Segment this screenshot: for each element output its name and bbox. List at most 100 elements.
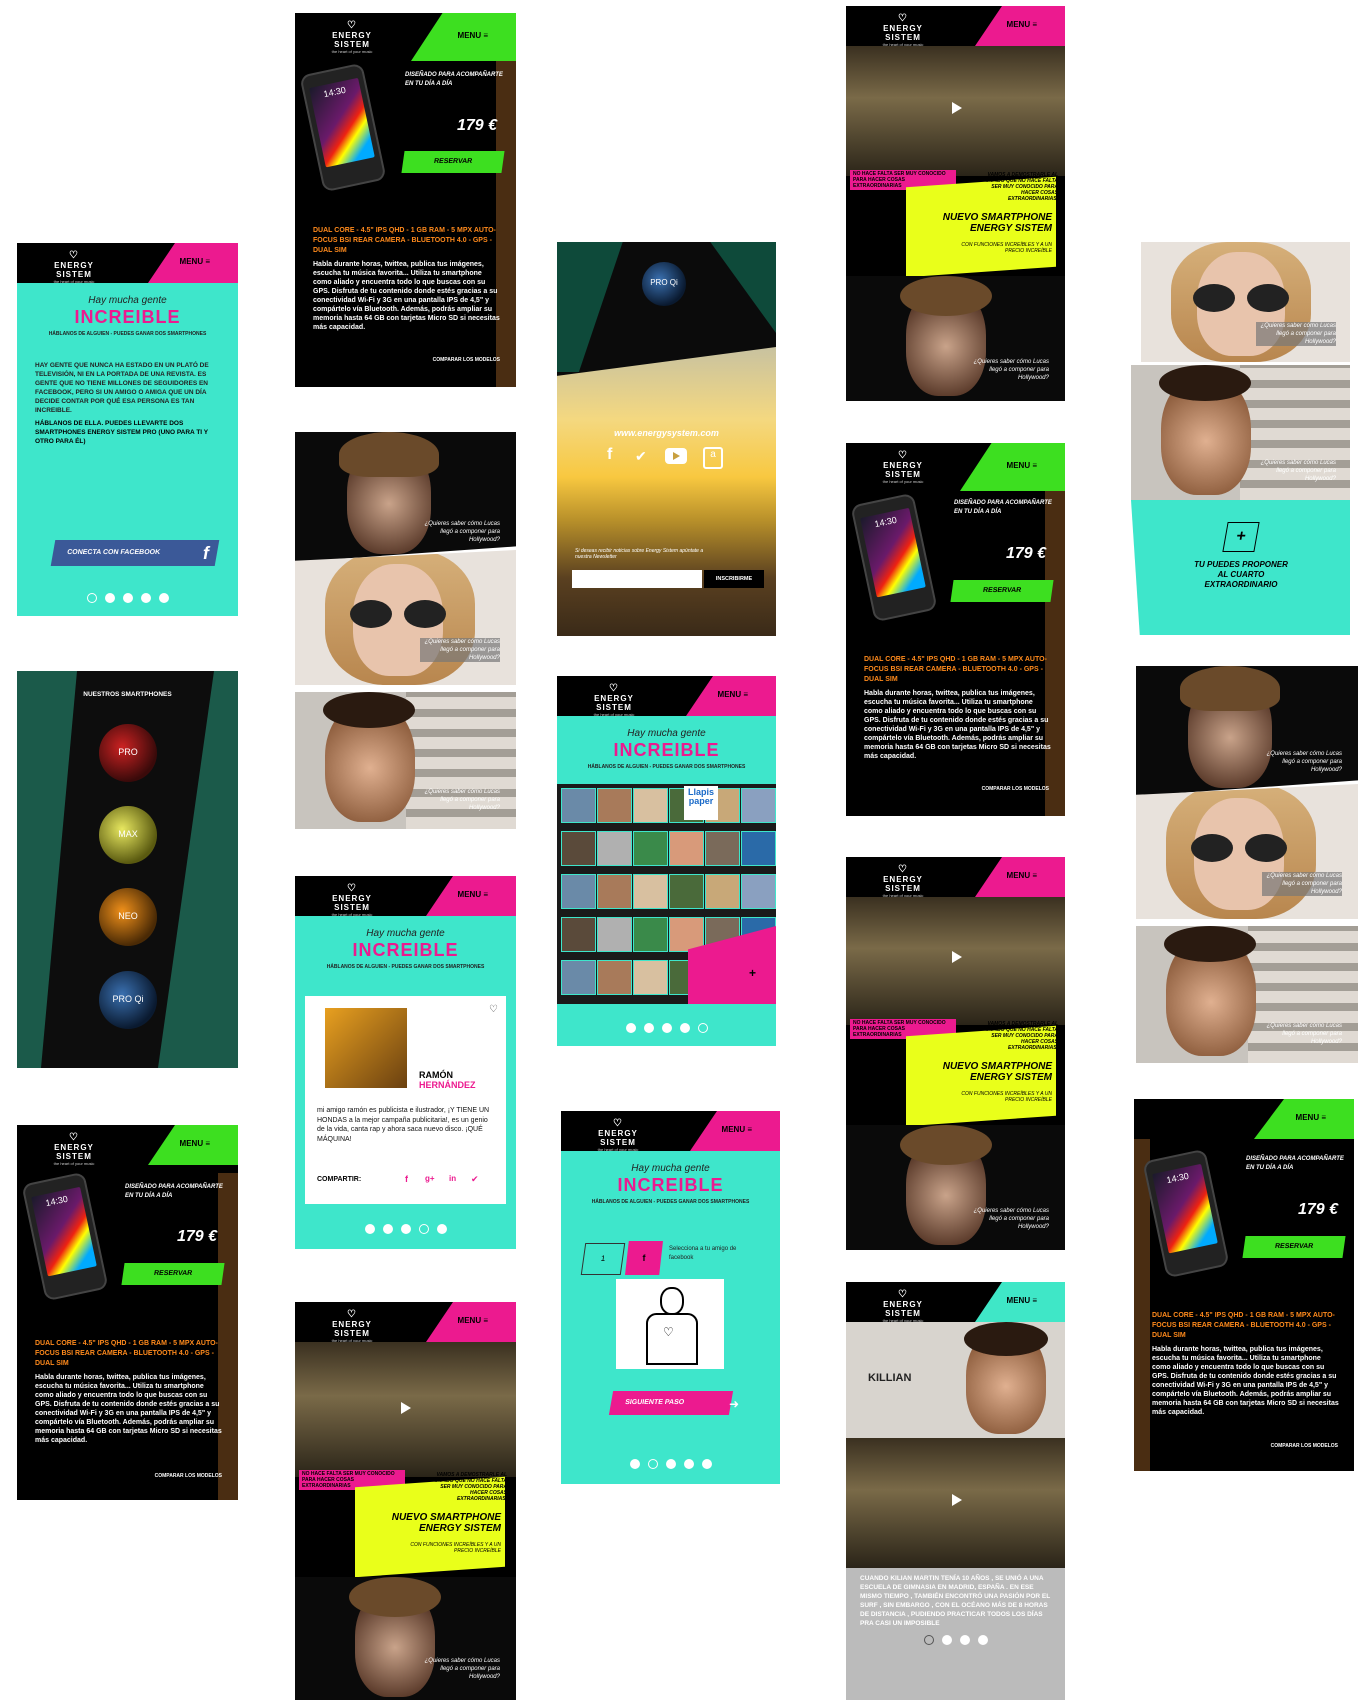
subscribe-button[interactable]: INSCRIBIRME (704, 570, 764, 588)
logo[interactable]: ♡ ENERGY SISTEM the heart of your music (317, 21, 387, 55)
photo-tile[interactable] (705, 874, 740, 909)
menu-button[interactable]: MENU ≡ (975, 6, 1065, 46)
logo[interactable]: ♡ ENERGY SISTEM the heart of your music (579, 684, 649, 718)
next-step-button[interactable]: SIGUIENTE PASO (608, 1391, 734, 1415)
friend-picker[interactable]: ♡ (616, 1279, 724, 1369)
photo-tile[interactable] (597, 788, 632, 823)
face-lucas[interactable]: ¿Quieres saber cómo Lucas llegó a compon… (1136, 666, 1358, 796)
pager-dot[interactable] (104, 593, 115, 603)
face-lucas[interactable]: ¿Quieres saber cómo Lucas llegó a compon… (295, 1577, 516, 1700)
menu-button[interactable]: MENU ≡ (975, 1282, 1065, 1322)
model-pro[interactable]: PRO (99, 724, 157, 782)
photo-tile[interactable] (633, 874, 668, 909)
photo-tile[interactable] (741, 831, 776, 866)
photo-tile[interactable] (705, 831, 740, 866)
photo-tile[interactable] (597, 874, 632, 909)
model-pro-qi[interactable]: PRO Qi (99, 971, 157, 1029)
youtube-icon[interactable] (665, 448, 687, 464)
menu-button[interactable]: MENU ≡ (426, 1302, 516, 1342)
photo-tile[interactable] (741, 788, 776, 823)
logo[interactable]: ♡ ENERGY SISTEM the heart of your music (868, 14, 938, 48)
pager-dot[interactable] (625, 1023, 636, 1033)
twitter-icon[interactable]: ✔ (635, 448, 647, 465)
pager-dot[interactable] (158, 593, 169, 603)
menu-button[interactable]: MENU ≡ (686, 676, 776, 716)
video-player[interactable] (846, 1438, 1065, 1568)
logo[interactable]: ♡ ENERGY SISTEM the heart of your music (868, 1290, 938, 1324)
proqi-logo[interactable]: PRO Qi (642, 262, 686, 306)
pager-dot[interactable] (923, 1635, 934, 1645)
logo[interactable]: ♡ ENERGY SISTEM the heart of your music (583, 1119, 653, 1153)
face-smiling-man[interactable]: ¿Quieres saber cómo Lucas llegó a compon… (1136, 926, 1358, 1063)
play-icon[interactable] (952, 1494, 962, 1506)
pager-dot[interactable] (364, 1224, 375, 1234)
compare-link[interactable]: COMPARAR LOS MODELOS (433, 357, 500, 363)
pager-dot[interactable] (122, 593, 133, 603)
face-woman[interactable]: ¿Quieres saber cómo Lucas llegó a compon… (1136, 784, 1358, 919)
pager-dot[interactable] (701, 1459, 712, 1469)
photo-tile[interactable] (633, 960, 668, 995)
face-killian[interactable]: KILLIAN (846, 1322, 1065, 1438)
photo-tile[interactable] (633, 788, 668, 823)
photo-tile[interactable] (597, 960, 632, 995)
play-icon[interactable] (952, 951, 962, 963)
logo[interactable]: ♡ ENERGY SISTEM the heart of your music (317, 884, 387, 918)
pager-dot[interactable] (661, 1023, 672, 1033)
photo-tile[interactable] (561, 960, 596, 995)
logo[interactable]: ♡ ENERGY SISTEM the heart of your music (868, 865, 938, 899)
reserve-button[interactable]: RESERVAR (950, 580, 1054, 602)
photo-tile[interactable] (633, 831, 668, 866)
video-player[interactable] (846, 897, 1065, 1025)
pager-dot[interactable] (679, 1023, 690, 1033)
facebook-share-icon[interactable]: f (405, 1174, 408, 1184)
photo-tile[interactable] (561, 831, 596, 866)
pager-dot[interactable] (140, 593, 151, 603)
tile-llapis-paper[interactable]: Llapis paper (684, 786, 718, 820)
menu-button[interactable]: MENU ≡ (960, 443, 1065, 491)
reserve-button[interactable]: RESERVAR (401, 151, 505, 173)
logo[interactable]: ♡ ENERGY SISTEM the heart of your music (868, 451, 938, 485)
pager-dot[interactable] (418, 1224, 429, 1234)
pager-dot[interactable] (629, 1459, 640, 1469)
plus-icon[interactable]: + (1222, 522, 1260, 552)
play-icon[interactable] (401, 1402, 411, 1414)
photo-tile[interactable] (597, 917, 632, 952)
propose-panel[interactable]: + TU PUEDES PROPONER AL CUARTO EXTRAORDI… (1131, 500, 1350, 635)
pager-dot[interactable] (683, 1459, 694, 1469)
menu-button[interactable]: MENU ≡ (1254, 1099, 1354, 1139)
face-lucas[interactable]: ¿Quieres saber cómo Lucas llegó a compon… (846, 276, 1065, 401)
face-smiling-man[interactable]: ¿Quieres saber cómo Lucas llegó a compon… (1131, 365, 1350, 500)
facebook-icon[interactable]: f (607, 446, 612, 464)
compare-link[interactable]: COMPARAR LOS MODELOS (1271, 1443, 1338, 1449)
video-player[interactable] (846, 46, 1065, 176)
pager-dot[interactable] (977, 1635, 988, 1645)
app-icon[interactable]: a (703, 447, 723, 469)
menu-button[interactable]: MENU ≡ (411, 13, 516, 61)
pager-dot[interactable] (697, 1023, 708, 1033)
pager-dot[interactable] (86, 593, 97, 603)
menu-button[interactable]: MENU ≡ (690, 1111, 780, 1151)
menu-button[interactable]: MENU ≡ (975, 857, 1065, 897)
pager-dot[interactable] (382, 1224, 393, 1234)
compare-link[interactable]: COMPARAR LOS MODELOS (982, 786, 1049, 792)
logo[interactable]: ♡ ENERGY SISTEM the heart of your music (39, 1133, 109, 1167)
google-share-icon[interactable]: g+ (425, 1174, 435, 1183)
menu-button[interactable]: MENU ≡ (148, 1125, 238, 1165)
face-lucas[interactable]: ¿Quieres saber cómo Lucas llegó a compon… (846, 1125, 1065, 1250)
face-woman[interactable]: ¿Quieres saber cómo Lucas llegó a compon… (1141, 242, 1350, 362)
play-icon[interactable] (952, 102, 962, 114)
facebook-connect-button[interactable]: CONECTA CON FACEBOOK f (50, 540, 220, 566)
site-url[interactable]: www.energysystem.com (557, 428, 776, 438)
pager-dot[interactable] (400, 1224, 411, 1234)
face-woman[interactable]: ¿Quieres saber cómo Lucas llegó a compon… (295, 550, 516, 685)
face-lucas[interactable]: ¿Quieres saber cómo Lucas llegó a compon… (295, 432, 516, 562)
photo-tile[interactable] (741, 874, 776, 909)
photo-tile[interactable] (561, 788, 596, 823)
pager-dot[interactable] (643, 1023, 654, 1033)
face-smiling-man[interactable]: ¿Quieres saber cómo Lucas llegó a compon… (295, 692, 516, 829)
logo[interactable]: ♡ ENERGY SISTEM the heart of your music (39, 251, 109, 285)
menu-button[interactable]: MENU ≡ (148, 243, 238, 283)
pager-dot[interactable] (436, 1224, 447, 1234)
pager-dot[interactable] (665, 1459, 676, 1469)
photo-tile[interactable] (561, 917, 596, 952)
